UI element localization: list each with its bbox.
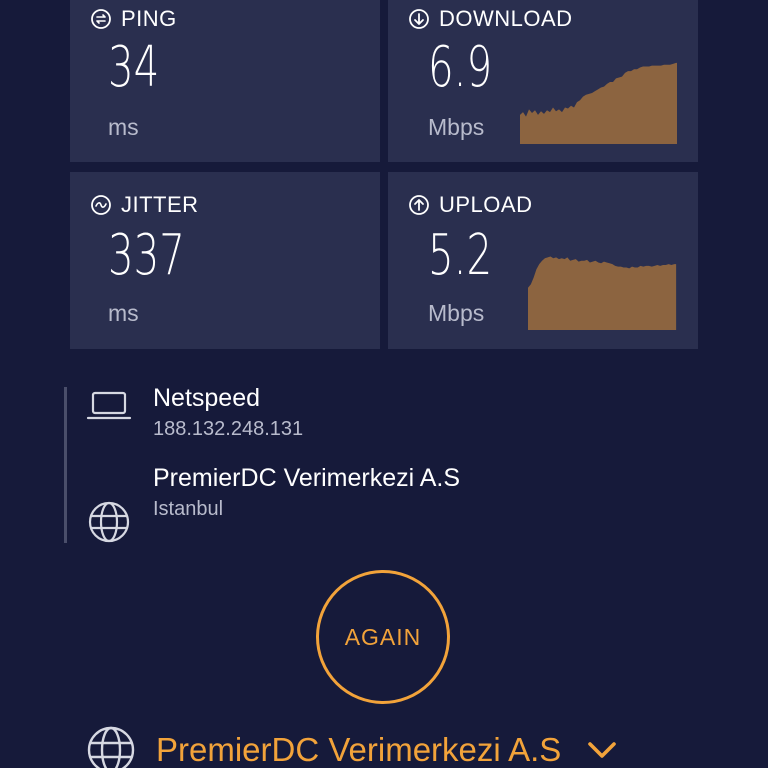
ping-unit: ms bbox=[108, 114, 139, 140]
server-name: PremierDC Verimerkezi A.S bbox=[153, 464, 461, 492]
jitter-card: JITTER 337 ms bbox=[70, 172, 380, 349]
again-button-label: AGAIN bbox=[344, 623, 422, 650]
provider-name: Netspeed bbox=[153, 384, 261, 412]
upload-label: UPLOAD bbox=[439, 192, 533, 217]
again-button[interactable]: AGAIN bbox=[316, 570, 450, 704]
download-arrow-icon bbox=[409, 9, 429, 29]
download-card: DOWNLOAD 6.9 Mbps bbox=[388, 0, 698, 162]
download-graph bbox=[520, 62, 677, 144]
jitter-wave-icon bbox=[91, 195, 111, 215]
upload-arrow-icon bbox=[409, 195, 429, 215]
info-divider bbox=[64, 387, 67, 543]
download-header: DOWNLOAD bbox=[408, 6, 573, 32]
upload-graph bbox=[528, 256, 677, 330]
upload-unit: Mbps bbox=[428, 300, 485, 326]
laptop-icon bbox=[86, 391, 132, 420]
jitter-header: JITTER bbox=[90, 192, 199, 218]
upload-value: 5.2 bbox=[428, 223, 493, 288]
upload-header: UPLOAD bbox=[408, 192, 532, 218]
download-value: 6.9 bbox=[428, 35, 493, 100]
globe-icon bbox=[88, 501, 130, 543]
server-location: Istanbul bbox=[153, 498, 224, 520]
jitter-label: JITTER bbox=[121, 192, 199, 217]
server-selector[interactable]: PremierDC Verimerkezi A.S bbox=[86, 725, 617, 768]
download-label: DOWNLOAD bbox=[439, 6, 573, 31]
ping-value: 34 bbox=[108, 35, 160, 100]
ping-header: PING bbox=[90, 6, 177, 32]
ping-card: PING 34 ms bbox=[70, 0, 380, 162]
upload-card: UPLOAD 5.2 Mbps bbox=[388, 172, 698, 349]
ping-icon bbox=[91, 9, 111, 29]
jitter-value: 337 bbox=[108, 223, 185, 288]
provider-ip: 188.132.248.131 bbox=[153, 418, 304, 440]
chevron-down-icon bbox=[588, 742, 617, 758]
server-selector-name: PremierDC Verimerkezi A.S bbox=[156, 731, 562, 768]
server-globe-icon bbox=[87, 726, 135, 768]
jitter-unit: ms bbox=[108, 300, 139, 326]
ping-label: PING bbox=[121, 6, 177, 31]
download-unit: Mbps bbox=[428, 114, 485, 140]
